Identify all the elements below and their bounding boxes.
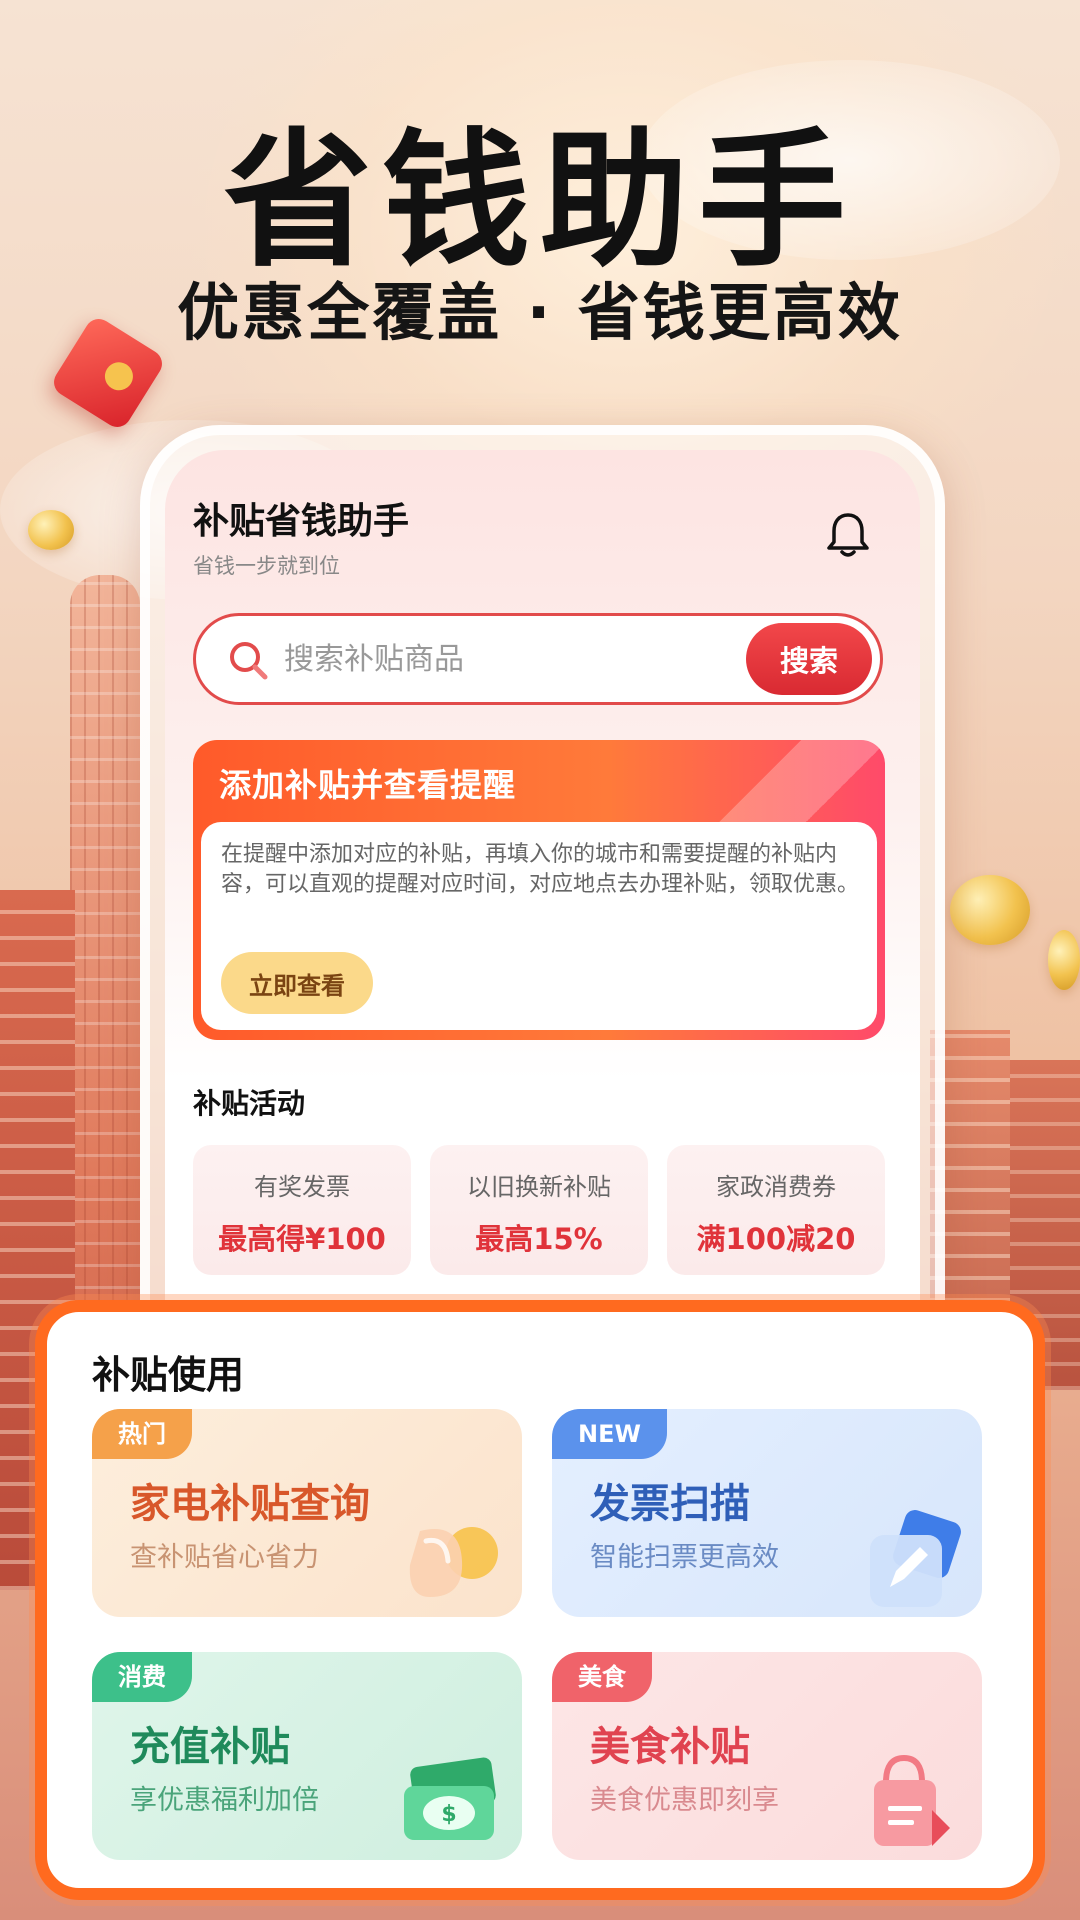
tile-subtitle: 享优惠福利加倍 bbox=[130, 1785, 319, 1816]
tile-badge: 热门 bbox=[92, 1409, 192, 1459]
promo-decoration bbox=[685, 740, 885, 830]
search-button[interactable]: 搜索 bbox=[746, 623, 872, 695]
activity-card[interactable]: 有奖发票 最高得¥100 bbox=[193, 1145, 411, 1275]
subsidy-usage-panel: 补贴使用 热门 家电补贴查询 查补贴省心省力 NEW 发票扫描 智能扫票更高效 … bbox=[35, 1300, 1045, 1900]
tile-subtitle: 查补贴省心省力 bbox=[130, 1542, 319, 1573]
tile-subtitle: 美食优惠即刻享 bbox=[590, 1785, 779, 1816]
activity-card[interactable]: 以旧换新补贴 最高15% bbox=[430, 1145, 648, 1275]
svg-text:$: $ bbox=[441, 1802, 456, 1827]
promo-description: 在提醒中添加对应的补贴，再填入你的城市和需要提醒的补贴内容，可以直观的提醒对应时… bbox=[221, 842, 860, 897]
search-bar: 搜索 bbox=[193, 613, 883, 705]
food-subsidy-tile[interactable]: 美食 美食补贴 美食优惠即刻享 bbox=[552, 1652, 982, 1860]
pen-edit-icon bbox=[870, 1510, 961, 1607]
recharge-subsidy-tile[interactable]: 消费 充值补贴 享优惠福利加倍 $ bbox=[92, 1652, 522, 1860]
activity-label: 有奖发票 bbox=[254, 1173, 350, 1201]
tile-title: 充值补贴 bbox=[130, 1724, 290, 1770]
reminder-promo-card: 添加补贴并查看提醒 在提醒中添加对应的补贴，再填入你的城市和需要提醒的补贴内容，… bbox=[193, 740, 885, 1040]
gold-coin-icon bbox=[950, 875, 1030, 945]
cash-icon: $ bbox=[404, 1757, 496, 1840]
shopping-bag-icon bbox=[874, 1754, 950, 1846]
search-icon bbox=[230, 642, 268, 680]
tile-badge: NEW bbox=[552, 1409, 667, 1459]
bell-icon[interactable] bbox=[825, 510, 871, 560]
hero-subheadline: 优惠全覆盖 · 省钱更高效 bbox=[177, 276, 903, 349]
invoice-scan-tile[interactable]: NEW 发票扫描 智能扫票更高效 bbox=[552, 1409, 982, 1617]
activity-value: 满100减20 bbox=[696, 1222, 856, 1256]
activities-section-title: 补贴活动 bbox=[193, 1087, 306, 1120]
app-title: 补贴省钱助手 bbox=[193, 501, 410, 542]
tile-badge: 美食 bbox=[552, 1652, 652, 1702]
app-subtitle: 省钱一步就到位 bbox=[193, 554, 340, 578]
tile-title: 美食补贴 bbox=[590, 1724, 750, 1770]
promo-title: 添加补贴并查看提醒 bbox=[219, 766, 517, 804]
tile-subtitle: 智能扫票更高效 bbox=[590, 1542, 779, 1573]
appliance-subsidy-tile[interactable]: 热门 家电补贴查询 查补贴省心省力 bbox=[92, 1409, 522, 1617]
promo-body: 在提醒中添加对应的补贴，再填入你的城市和需要提醒的补贴内容，可以直观的提醒对应时… bbox=[201, 822, 877, 1030]
search-input[interactable] bbox=[284, 634, 714, 684]
tile-title: 家电补贴查询 bbox=[130, 1481, 370, 1527]
gold-coin-icon bbox=[1048, 930, 1080, 990]
tile-title: 发票扫描 bbox=[590, 1481, 750, 1527]
activity-label: 以旧换新补贴 bbox=[467, 1173, 611, 1201]
appliance-icon bbox=[409, 1527, 498, 1597]
activity-value: 最高15% bbox=[475, 1222, 603, 1256]
gold-coin-icon bbox=[28, 510, 74, 550]
usage-section-title: 补贴使用 bbox=[92, 1353, 245, 1397]
activity-card[interactable]: 家政消费券 满100减20 bbox=[667, 1145, 885, 1275]
view-now-button[interactable]: 立即查看 bbox=[221, 952, 373, 1014]
activity-label: 家政消费券 bbox=[716, 1173, 836, 1201]
tile-badge: 消费 bbox=[92, 1652, 192, 1702]
activity-value: 最高得¥100 bbox=[218, 1222, 386, 1256]
